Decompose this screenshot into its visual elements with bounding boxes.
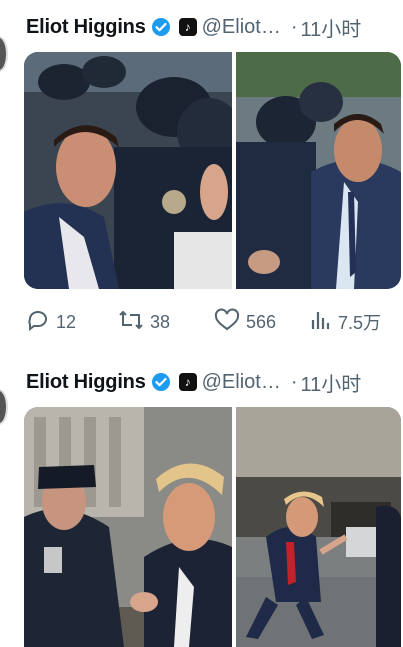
post-header: Eliot Higgins ♪ @Eliot… · 11小时 xyxy=(26,12,361,42)
reply-icon xyxy=(26,308,56,337)
post-media-grid xyxy=(24,52,401,289)
separator-dot: · xyxy=(290,15,298,38)
post-actions: 12 38 566 7.5万 xyxy=(26,308,381,336)
verified-badge-icon xyxy=(151,17,171,37)
verified-badge-icon xyxy=(151,372,171,392)
author-handle[interactable]: @Eliot… xyxy=(202,16,281,39)
author-avatar[interactable] xyxy=(0,36,8,72)
views-button[interactable]: 7.5万 xyxy=(310,308,381,337)
post-2[interactable]: Eliot Higgins ♪ @Eliot… · 11小时 xyxy=(0,345,403,647)
separator-dot: · xyxy=(290,370,298,393)
repost-icon xyxy=(118,308,150,337)
post-image-1[interactable] xyxy=(24,52,232,289)
author-name[interactable]: Eliot Higgins xyxy=(26,371,146,394)
views-icon xyxy=(310,308,338,337)
post-time[interactable]: 11小时 xyxy=(301,368,362,397)
tiktok-icon: ♪ xyxy=(178,373,197,391)
post-media-grid xyxy=(24,407,401,647)
reply-count: 12 xyxy=(56,311,77,332)
post-header: Eliot Higgins ♪ @Eliot… · 11小时 xyxy=(26,367,361,397)
post-image-1[interactable] xyxy=(24,407,232,647)
heart-icon xyxy=(214,308,246,337)
post-image-2[interactable] xyxy=(236,52,401,289)
author-avatar[interactable] xyxy=(0,389,8,425)
post-1[interactable]: Eliot Higgins ♪ @Eliot… · 11小时 12 38 566… xyxy=(0,0,403,345)
post-image-2[interactable] xyxy=(236,407,401,647)
reply-button[interactable]: 12 xyxy=(26,308,118,337)
repost-count: 38 xyxy=(150,311,171,332)
author-handle[interactable]: @Eliot… xyxy=(202,371,281,394)
like-button[interactable]: 566 xyxy=(214,308,310,337)
tiktok-icon: ♪ xyxy=(178,18,197,36)
views-count: 7.5万 xyxy=(338,313,382,333)
author-name[interactable]: Eliot Higgins xyxy=(26,16,146,39)
post-time[interactable]: 11小时 xyxy=(301,13,362,42)
repost-button[interactable]: 38 xyxy=(118,308,214,337)
like-count: 566 xyxy=(246,311,277,332)
